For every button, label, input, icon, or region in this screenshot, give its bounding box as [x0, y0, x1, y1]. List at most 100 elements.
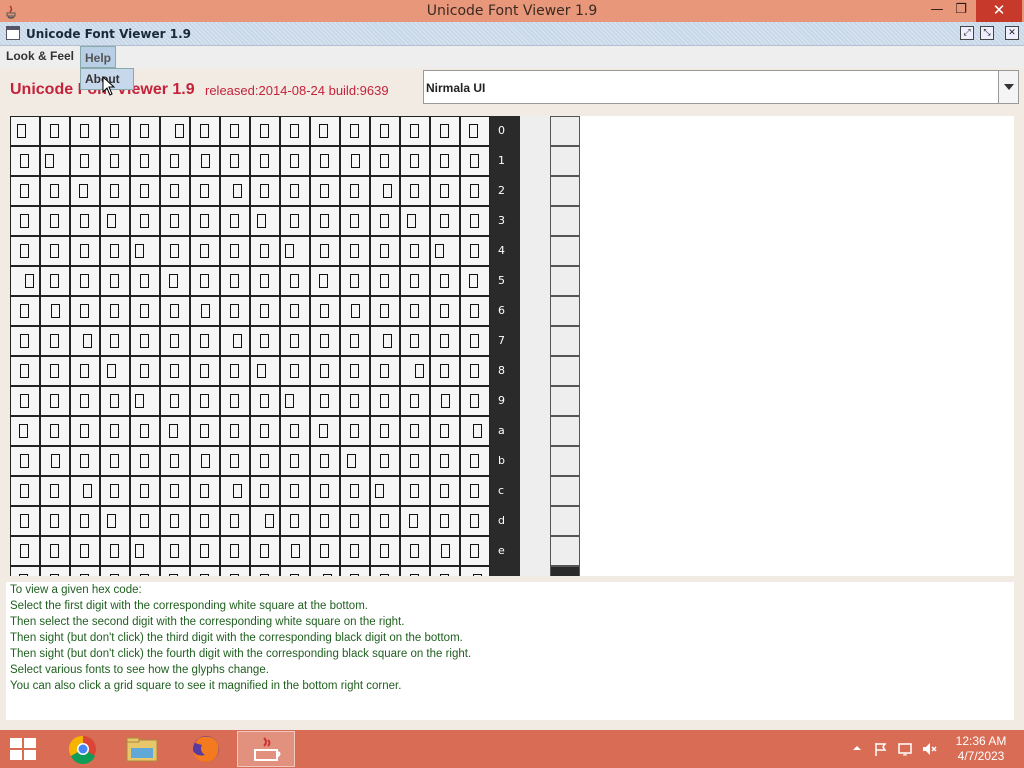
- glyph-cell[interactable]: [430, 476, 460, 506]
- glyph-cell[interactable]: [400, 296, 430, 326]
- glyph-cell[interactable]: [430, 386, 460, 416]
- glyph-cell[interactable]: [310, 236, 340, 266]
- glyph-cell[interactable]: [190, 326, 220, 356]
- glyph-cell[interactable]: [250, 266, 280, 296]
- glyph-cell[interactable]: [400, 416, 430, 446]
- glyph-cell[interactable]: [40, 416, 70, 446]
- glyph-cell[interactable]: [10, 236, 40, 266]
- glyph-cell[interactable]: [250, 236, 280, 266]
- glyph-cell[interactable]: [130, 326, 160, 356]
- glyph-cell[interactable]: [220, 476, 250, 506]
- restore-button[interactable]: ⤡: [980, 26, 994, 40]
- glyph-cell[interactable]: [310, 266, 340, 296]
- glyph-cell[interactable]: [460, 146, 490, 176]
- glyph-cell[interactable]: [310, 176, 340, 206]
- glyph-cell[interactable]: [400, 536, 430, 566]
- glyph-cell[interactable]: [130, 386, 160, 416]
- glyph-cell[interactable]: [370, 506, 400, 536]
- glyph-cell[interactable]: [460, 566, 490, 576]
- glyph-cell[interactable]: [250, 116, 280, 146]
- glyph-cell[interactable]: [160, 176, 190, 206]
- glyph-cell[interactable]: [310, 416, 340, 446]
- glyph-cell[interactable]: [160, 416, 190, 446]
- inner-close-button[interactable]: ✕: [1005, 26, 1019, 40]
- glyph-cell[interactable]: [400, 236, 430, 266]
- glyph-cell[interactable]: [280, 146, 310, 176]
- glyph-cell[interactable]: [10, 116, 40, 146]
- glyph-cell[interactable]: [430, 446, 460, 476]
- glyph-cell[interactable]: [160, 326, 190, 356]
- glyph-cell[interactable]: [70, 176, 100, 206]
- glyph-cell[interactable]: [220, 176, 250, 206]
- glyph-cell[interactable]: [220, 266, 250, 296]
- row-select-square[interactable]: [550, 176, 580, 206]
- row-select-square[interactable]: [550, 476, 580, 506]
- glyph-cell[interactable]: [10, 416, 40, 446]
- file-explorer-icon[interactable]: [113, 731, 171, 767]
- glyph-cell[interactable]: [10, 536, 40, 566]
- glyph-cell[interactable]: [250, 176, 280, 206]
- glyph-cell[interactable]: [70, 116, 100, 146]
- glyph-cell[interactable]: [220, 206, 250, 236]
- glyph-cell[interactable]: [130, 116, 160, 146]
- glyph-cell[interactable]: [370, 296, 400, 326]
- glyph-cell[interactable]: [400, 566, 430, 576]
- glyph-cell[interactable]: [10, 476, 40, 506]
- glyph-cell[interactable]: [310, 506, 340, 536]
- glyph-cell[interactable]: [400, 206, 430, 236]
- glyph-cell[interactable]: [280, 176, 310, 206]
- glyph-cell[interactable]: [70, 416, 100, 446]
- row-select-square[interactable]: [550, 116, 580, 146]
- glyph-cell[interactable]: [10, 146, 40, 176]
- glyph-cell[interactable]: [340, 116, 370, 146]
- glyph-cell[interactable]: [70, 206, 100, 236]
- glyph-cell[interactable]: [400, 176, 430, 206]
- glyph-cell[interactable]: [370, 176, 400, 206]
- glyph-cell[interactable]: [250, 416, 280, 446]
- glyph-cell[interactable]: [460, 506, 490, 536]
- glyph-cell[interactable]: [190, 116, 220, 146]
- glyph-cell[interactable]: [70, 146, 100, 176]
- glyph-cell[interactable]: [370, 386, 400, 416]
- row-select-square[interactable]: [550, 236, 580, 266]
- glyph-cell[interactable]: [160, 116, 190, 146]
- glyph-cell[interactable]: [100, 476, 130, 506]
- glyph-cell[interactable]: [280, 266, 310, 296]
- glyph-cell[interactable]: [460, 176, 490, 206]
- glyph-cell[interactable]: [190, 206, 220, 236]
- glyph-cell[interactable]: [10, 206, 40, 236]
- glyph-cell[interactable]: [460, 206, 490, 236]
- glyph-cell[interactable]: [70, 236, 100, 266]
- glyph-cell[interactable]: [430, 356, 460, 386]
- glyph-cell[interactable]: [130, 266, 160, 296]
- glyph-cell[interactable]: [370, 116, 400, 146]
- glyph-cell[interactable]: [10, 446, 40, 476]
- glyph-cell[interactable]: [370, 206, 400, 236]
- glyph-cell[interactable]: [460, 296, 490, 326]
- glyph-cell[interactable]: [430, 146, 460, 176]
- glyph-cell[interactable]: [280, 326, 310, 356]
- close-button[interactable]: ✕: [976, 0, 1022, 22]
- glyph-cell[interactable]: [40, 386, 70, 416]
- glyph-cell[interactable]: [220, 356, 250, 386]
- glyph-cell[interactable]: [430, 536, 460, 566]
- glyph-cell[interactable]: [10, 566, 40, 576]
- glyph-cell[interactable]: [130, 566, 160, 576]
- glyph-cell[interactable]: [10, 266, 40, 296]
- glyph-cell[interactable]: [190, 356, 220, 386]
- row-select-square[interactable]: [550, 386, 580, 416]
- show-hidden-icons-icon[interactable]: [851, 742, 863, 754]
- glyph-cell[interactable]: [430, 506, 460, 536]
- glyph-cell[interactable]: [400, 356, 430, 386]
- glyph-cell[interactable]: [130, 146, 160, 176]
- glyph-cell[interactable]: [220, 536, 250, 566]
- glyph-cell[interactable]: [340, 296, 370, 326]
- row-select-square[interactable]: [550, 446, 580, 476]
- glyph-cell[interactable]: [400, 146, 430, 176]
- glyph-cell[interactable]: [280, 236, 310, 266]
- glyph-cell[interactable]: [100, 176, 130, 206]
- glyph-cell[interactable]: [280, 566, 310, 576]
- glyph-cell[interactable]: [400, 506, 430, 536]
- start-icon[interactable]: [10, 738, 38, 760]
- java-icon[interactable]: [237, 731, 295, 767]
